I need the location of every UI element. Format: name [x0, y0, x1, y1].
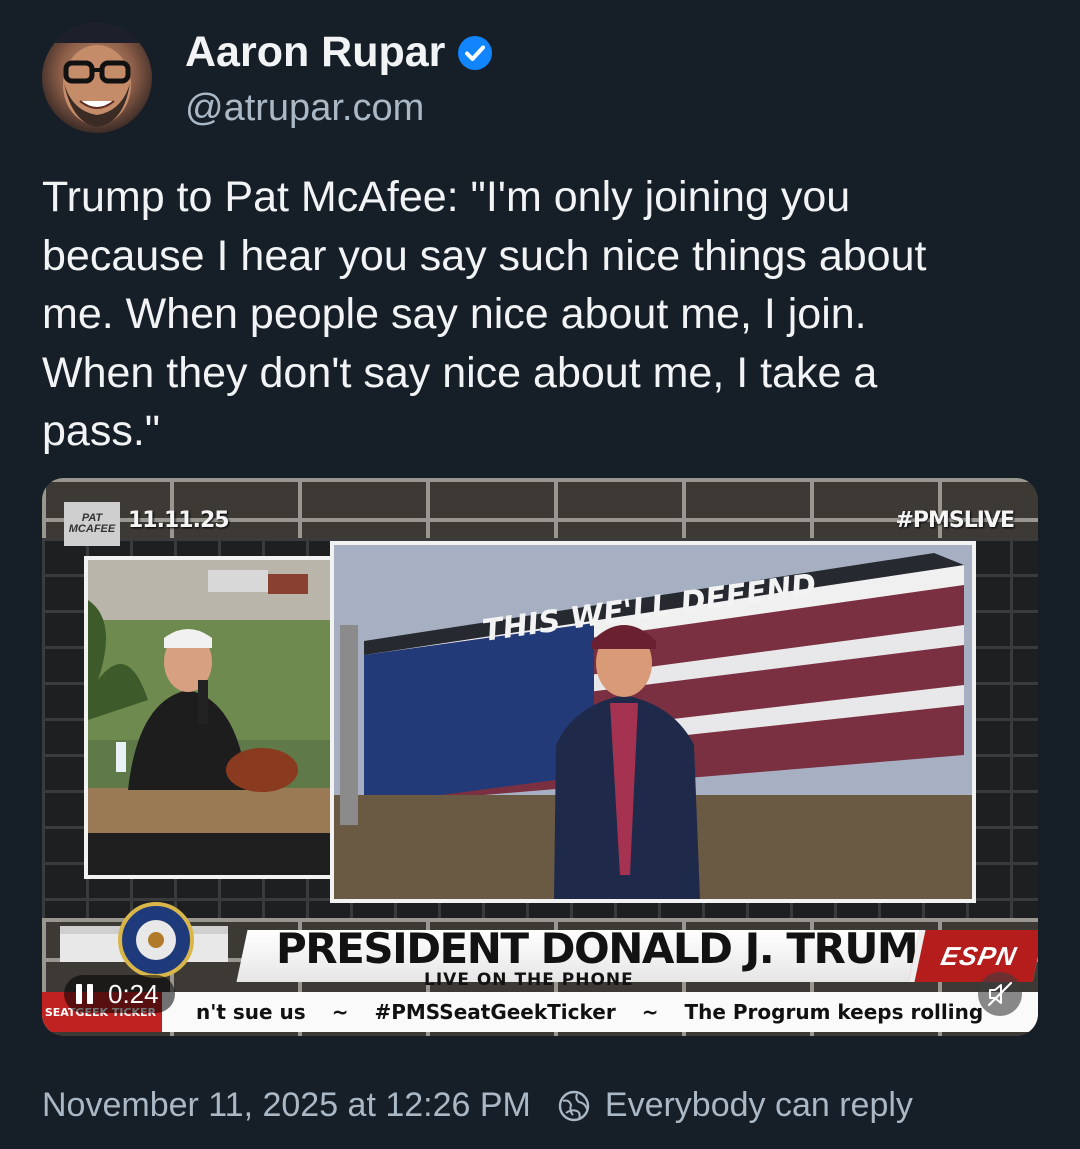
avatar[interactable]: [42, 23, 152, 133]
ticker-item: n't sue us: [196, 1000, 306, 1024]
show-logo: PAT MCAFEE: [64, 502, 120, 546]
ticker-separator: ~: [331, 1000, 349, 1024]
play-pause-button[interactable]: 0:24: [64, 975, 175, 1013]
host-scene: [88, 560, 330, 875]
hashtag-overlay: #PMSLIVE: [895, 508, 1015, 533]
news-ticker: SEATGEEK TICKER n't sue us ~ #PMSSeatGee…: [42, 992, 1038, 1032]
guest-video-frame: THIS WE'LL DEFEND: [330, 541, 976, 903]
post-footer: November 11, 2025 at 12:26 PM Everybody …: [42, 1086, 913, 1125]
globe-icon: [558, 1090, 590, 1121]
post-text-line: me. When people say nice about me, I joi…: [42, 290, 867, 338]
volume-muted-icon: [987, 981, 1013, 1007]
ticker-item: The Progrum keeps rolling: [684, 1000, 984, 1024]
date-overlay: 11.11.25: [128, 508, 230, 533]
avatar-image: [42, 23, 152, 127]
host-video-frame: [84, 556, 334, 879]
verified-badge-icon: [458, 35, 493, 70]
ticker-separator: ~: [641, 1000, 659, 1024]
lower-third-title: PRESIDENT DONALD J. TRUMP: [276, 924, 948, 973]
post-text-line: Trump to Pat McAfee: "I'm only joining y…: [42, 173, 851, 221]
author-display-name[interactable]: Aaron Rupar: [185, 28, 445, 77]
author-name[interactable]: Aaron Rupar: [185, 28, 493, 77]
lower-third: PRESIDENT DONALD J. TRUMP LIVE ON THE PH…: [42, 902, 1038, 1036]
mute-toggle-button[interactable]: [978, 972, 1022, 1016]
post-text-line: When they don't say nice about me, I tak…: [42, 348, 878, 397]
white-house-seal-icon: [60, 902, 228, 978]
reply-setting[interactable]: Everybody can reply: [557, 1086, 913, 1125]
lower-third-subtitle: LIVE ON THE PHONE: [424, 970, 634, 990]
post-text-line: because I hear you say such nice things …: [42, 231, 927, 280]
elapsed-time: 0:24: [108, 978, 159, 1009]
reply-setting-label: Everybody can reply: [604, 1086, 913, 1124]
post-timestamp[interactable]: November 11, 2025 at 12:26 PM: [42, 1086, 531, 1125]
author-handle[interactable]: @atrupar.com: [185, 87, 424, 130]
rally-scene: THIS WE'LL DEFEND: [334, 545, 972, 899]
post-text: Trump to Pat McAfee: "I'm only joining y…: [42, 168, 1042, 461]
video-player[interactable]: PAT MCAFEE 11.11.25 #PMSLIVE THIS WE'LL …: [42, 478, 1038, 1036]
espn-logo: ESPN: [908, 930, 1038, 982]
ticker-item: #PMSSeatGeekTicker: [374, 1000, 616, 1024]
post-text-line: pass.": [42, 407, 161, 455]
pause-icon: [76, 984, 94, 1004]
